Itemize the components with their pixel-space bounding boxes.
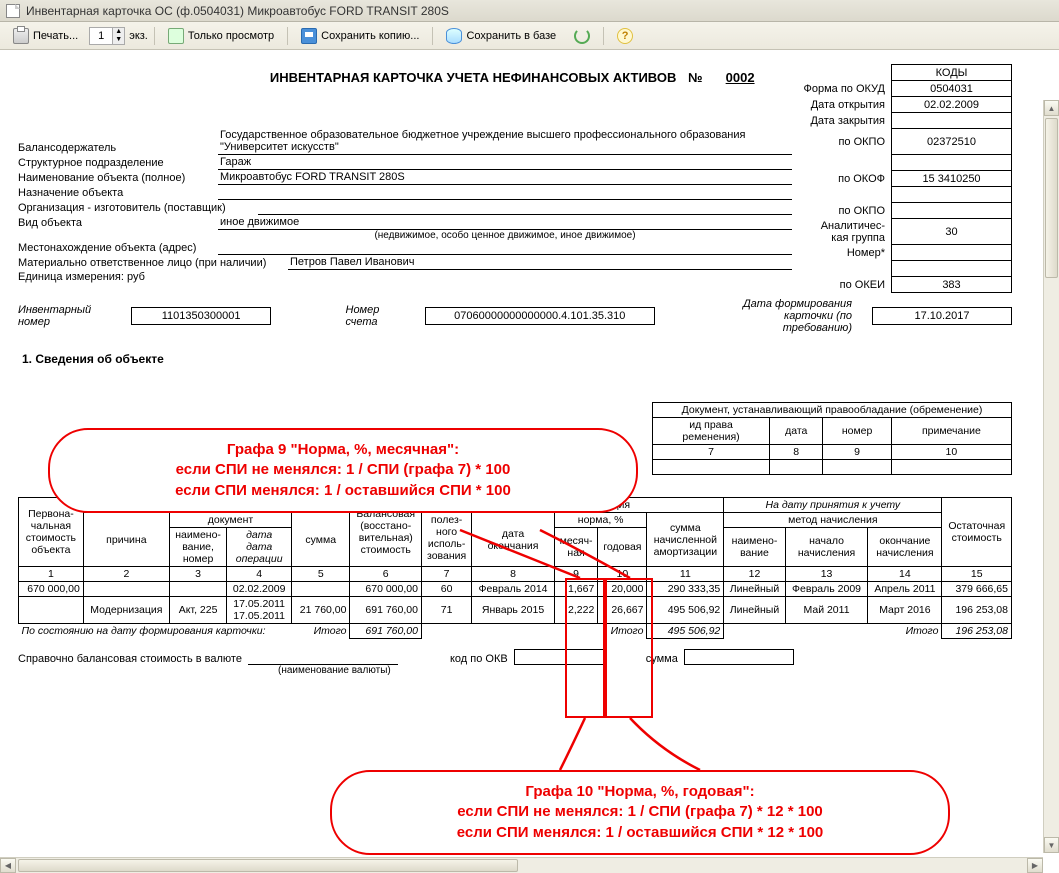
diskette-icon bbox=[301, 28, 317, 44]
callout-col10: Графа 10 "Норма, %, годовая": если СПИ н… bbox=[330, 770, 950, 855]
spinner-up-icon[interactable]: ▲ bbox=[112, 28, 124, 36]
codes-header: КОДЫ bbox=[892, 65, 1012, 81]
save-db-label: Сохранить в базе bbox=[466, 30, 556, 42]
main-table: Первона- чальная стоимость объекта Измен… bbox=[18, 497, 1012, 639]
table-row: 670 000,0002.02.2009670 000,0060Февраль … bbox=[19, 582, 1012, 597]
inventory-number: 1101350300001 bbox=[131, 307, 271, 325]
view-only-label: Только просмотр bbox=[188, 30, 274, 42]
card-number: 0002 bbox=[720, 70, 760, 85]
codes-block: КОДЫ Форма по ОКУД0504031 Дата открытия0… bbox=[800, 64, 1013, 293]
window-titlebar: Инвентарная карточка ОС (ф.0504031) Микр… bbox=[0, 0, 1059, 22]
section1-title: 1. Сведения об объекте bbox=[22, 352, 1012, 366]
refresh-button[interactable] bbox=[567, 25, 597, 47]
database-icon bbox=[446, 28, 462, 44]
document-icon bbox=[6, 4, 20, 18]
scroll-thumb-h[interactable] bbox=[18, 859, 518, 872]
scroll-left-icon[interactable]: ◀ bbox=[0, 858, 16, 873]
refresh-icon bbox=[574, 28, 590, 44]
copies-spinner[interactable]: ▲ ▼ bbox=[89, 27, 125, 45]
toolbar: Печать... ▲ ▼ экз. Только просмотр Сохра… bbox=[0, 22, 1059, 50]
form-date: 17.10.2017 bbox=[872, 307, 1012, 325]
table-row: МодернизацияАкт, 22517.05.2011 17.05.201… bbox=[19, 597, 1012, 624]
help-icon: ? bbox=[617, 28, 633, 44]
scrollbar-vertical[interactable]: ▲ ▼ bbox=[1043, 100, 1059, 853]
window-title: Инвентарная карточка ОС (ф.0504031) Микр… bbox=[26, 4, 449, 18]
copies-suffix: экз. bbox=[129, 30, 148, 42]
view-only-button[interactable]: Только просмотр bbox=[161, 25, 281, 47]
callout-col9: Графа 9 "Норма, %, месячная": если СПИ н… bbox=[48, 428, 638, 513]
identifiers-row: Инвентарный номер 1101350300001 Номер сч… bbox=[18, 298, 1012, 334]
printer-icon bbox=[13, 28, 29, 44]
document-body: КОДЫ Форма по ОКУД0504031 Дата открытия0… bbox=[0, 50, 1030, 684]
scroll-thumb-v[interactable] bbox=[1045, 118, 1058, 278]
save-db-button[interactable]: Сохранить в базе bbox=[439, 25, 563, 47]
spinner-down-icon[interactable]: ▼ bbox=[112, 36, 124, 44]
copies-input[interactable] bbox=[90, 29, 112, 43]
save-copy-label: Сохранить копию... bbox=[321, 30, 419, 42]
okv-code-box bbox=[514, 649, 604, 665]
account-number: 07060000000000000.4.101.35.310 bbox=[425, 307, 655, 325]
save-copy-button[interactable]: Сохранить копию... bbox=[294, 25, 426, 47]
scroll-up-icon[interactable]: ▲ bbox=[1044, 100, 1059, 116]
view-only-icon bbox=[168, 28, 184, 44]
rights-table: Документ, устанавливающий правообладание… bbox=[652, 402, 1012, 475]
help-button[interactable]: ? bbox=[610, 25, 640, 47]
print-button[interactable]: Печать... bbox=[6, 25, 85, 47]
sum-box bbox=[684, 649, 794, 665]
reference-line: Справочно балансовая стоимость в валюте … bbox=[18, 649, 1012, 665]
scrollbar-horizontal[interactable]: ◀ ▶ bbox=[0, 857, 1043, 873]
scroll-right-icon[interactable]: ▶ bbox=[1027, 858, 1043, 873]
print-label: Печать... bbox=[33, 30, 78, 42]
